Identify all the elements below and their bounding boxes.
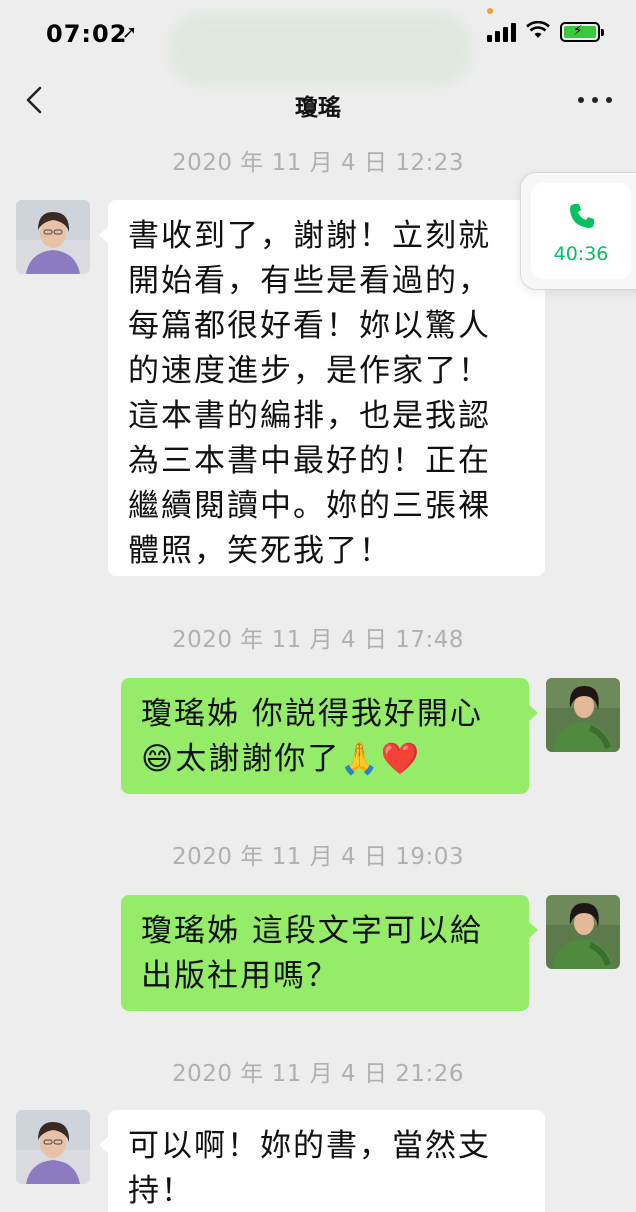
contact-avatar[interactable] (16, 1110, 90, 1184)
message-line: 體照，笑死我了！ (128, 533, 392, 569)
contact-avatar[interactable] (16, 200, 90, 274)
message-line: 的速度進步，是作家了！ (128, 353, 491, 389)
message-line: 為三本書中最好的！正在 (128, 443, 491, 479)
privacy-indicator-icon (487, 8, 493, 14)
message-bubble-received[interactable]: 可以啊！妳的書，當然支 持！ (99, 1110, 545, 1212)
message-line: 書收到了，謝謝！立刻就 (128, 218, 491, 254)
message-bubble-sent[interactable]: 瓊瑤姊 這段文字可以給 出版社用嗎？ (121, 895, 538, 1011)
signal-icon (487, 22, 516, 42)
message-line: 可以啊！妳的書，當然支 (128, 1128, 491, 1164)
message-timestamp: 2020 年 11 月 4 日 21:26 (171, 1061, 465, 1087)
nav-bar: 瓊瑤 (0, 70, 636, 132)
self-avatar[interactable] (546, 895, 620, 969)
message-line: 持！ (128, 1173, 194, 1209)
message-bubble-received[interactable]: 書收到了，謝謝！立刻就 開始看，有些是看過的， 每篇都很好看！妳以驚人 的速度進… (99, 200, 545, 576)
status-bar: 07:02 ➚ ⚡ (0, 0, 636, 84)
wifi-icon (526, 20, 550, 44)
message-line: 瓊瑤姊 你説得我好開心 (141, 696, 483, 732)
message-timestamp: 2020 年 11 月 4 日 17:48 (171, 627, 465, 653)
self-avatar[interactable] (546, 678, 620, 752)
message-line: 這本書的編排，也是我認 (128, 398, 491, 434)
message-line: 繼續閱讀中。妳的三張裸 (128, 488, 491, 524)
voice-call-floating-widget[interactable]: 40:36 (520, 172, 636, 290)
status-icons: ⚡ (487, 20, 604, 44)
message-line: 瓊瑤姊 這段文字可以給 (141, 913, 483, 949)
message-line: 每篇都很好看！妳以驚人 (128, 308, 491, 344)
more-options-icon[interactable] (578, 88, 612, 112)
phone-icon (570, 204, 594, 228)
status-time: 07:02 (46, 20, 128, 48)
message-line: 開始看，有些是看過的， (128, 263, 491, 299)
message-bubble-sent[interactable]: 瓊瑤姊 你説得我好開心 😄太謝謝你了🙏❤️ (121, 678, 538, 794)
location-arrow-icon: ➚ (122, 22, 138, 43)
chat-screen: 07:02 ➚ ⚡ 瓊瑤 2020 年 11 月 4 日 12:23 書收到了，… (0, 0, 636, 1212)
chat-title: 瓊瑤 (295, 95, 341, 121)
message-line: 出版社用嗎？ (141, 958, 339, 994)
message-line: 😄太謝謝你了🙏❤️ (141, 741, 422, 777)
call-duration: 40:36 (553, 243, 609, 265)
message-timestamp: 2020 年 11 月 4 日 19:03 (171, 844, 465, 870)
battery-icon: ⚡ (560, 22, 604, 42)
